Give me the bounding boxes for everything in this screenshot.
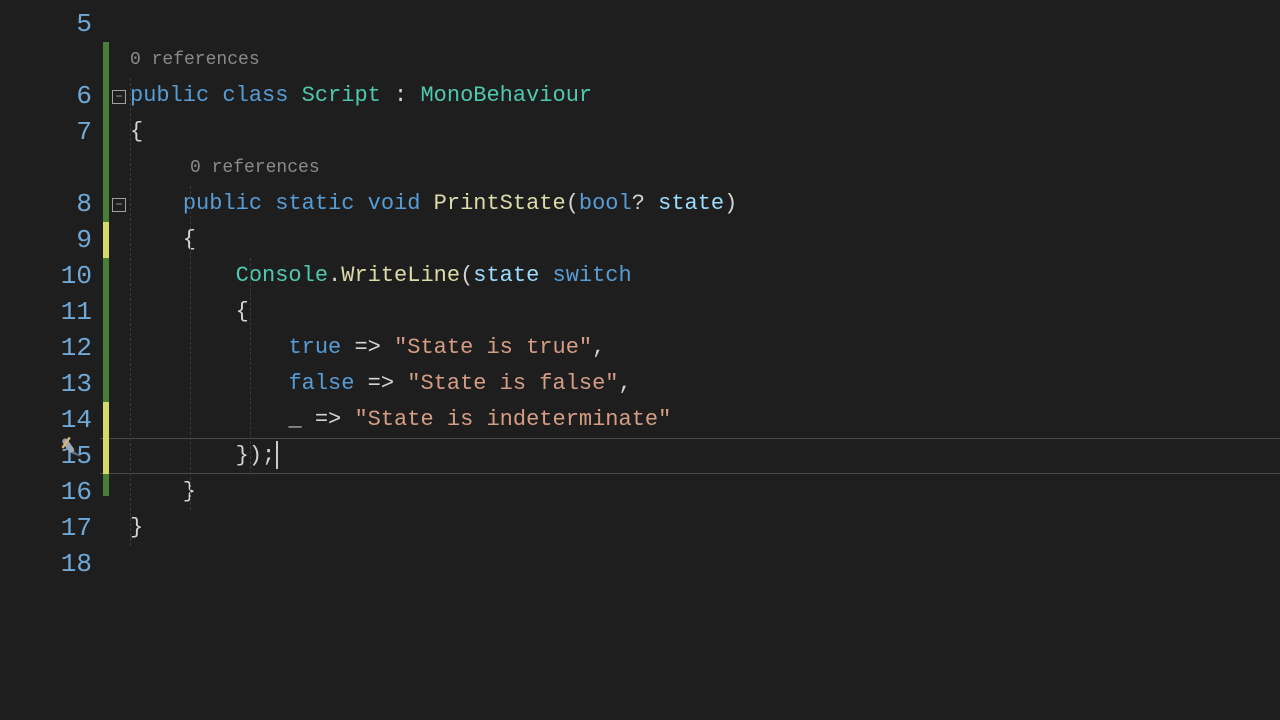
line-number-gutter: 56789101112131415161718 <box>0 0 100 720</box>
code-line[interactable]: { <box>130 114 1280 150</box>
codelens-references[interactable]: 0 references <box>130 150 1280 186</box>
line-number: 5 <box>0 6 92 42</box>
fold-toggle[interactable]: − <box>112 198 126 212</box>
code-line[interactable]: false => "State is false", <box>130 366 1280 402</box>
code-editor[interactable]: 56789101112131415161718 0 referencespubl… <box>0 0 1280 720</box>
code-line[interactable]: }); <box>130 438 1280 474</box>
line-number: 13 <box>0 366 92 402</box>
code-line[interactable]: } <box>130 510 1280 546</box>
code-line[interactable]: Console.WriteLine(state switch <box>130 258 1280 294</box>
line-number: 12 <box>0 330 92 366</box>
line-number: 8 <box>0 186 92 222</box>
code-line[interactable]: { <box>130 294 1280 330</box>
change-bar-yellow <box>103 402 109 474</box>
code-line[interactable]: } <box>130 474 1280 510</box>
line-number <box>0 150 92 186</box>
line-number: 7 <box>0 114 92 150</box>
line-number: 16 <box>0 474 92 510</box>
code-line[interactable] <box>130 6 1280 42</box>
line-number: 6 <box>0 78 92 114</box>
change-bar-yellow <box>103 222 109 258</box>
line-number: 11 <box>0 294 92 330</box>
code-area[interactable]: 0 referencespublic class Script : MonoBe… <box>100 0 1280 720</box>
line-number: 10 <box>0 258 92 294</box>
line-number <box>0 42 92 78</box>
code-line[interactable]: public static void PrintState(bool? stat… <box>130 186 1280 222</box>
code-line[interactable]: { <box>130 222 1280 258</box>
line-number: 9 <box>0 222 92 258</box>
text-caret <box>276 441 278 469</box>
line-number: 17 <box>0 510 92 546</box>
fold-toggle[interactable]: − <box>112 90 126 104</box>
code-line[interactable]: _ => "State is indeterminate" <box>130 402 1280 438</box>
code-line[interactable] <box>130 546 1280 582</box>
code-line[interactable]: true => "State is true", <box>130 330 1280 366</box>
line-number: 18 <box>0 546 92 582</box>
codelens-references[interactable]: 0 references <box>130 42 1280 78</box>
code-line[interactable]: public class Script : MonoBehaviour− <box>130 78 1280 114</box>
